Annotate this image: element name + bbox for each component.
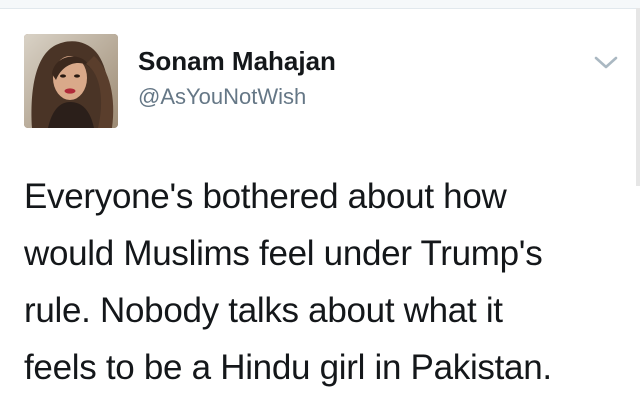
chevron-down-icon: [594, 56, 618, 69]
tweet-card: Sonam Mahajan @AsYouNotWish Everyone's b…: [0, 0, 640, 412]
scrollbar[interactable]: [636, 8, 640, 186]
top-divider: [0, 0, 640, 9]
tweet-text-line: feels to be a Hindu girl in Pakistan.: [24, 348, 552, 387]
profile-photo-icon: [24, 34, 118, 128]
tweet-text-line: Everyone's bothered about how: [24, 177, 507, 216]
author-handle[interactable]: @AsYouNotWish: [138, 84, 306, 110]
tweet-text-line: rule. Nobody talks about what it: [24, 291, 503, 330]
tweet-menu-button[interactable]: [592, 50, 620, 74]
author-name[interactable]: Sonam Mahajan: [138, 46, 336, 77]
tweet-text-line: would Muslims feel under Trump's: [24, 234, 543, 273]
avatar[interactable]: [24, 34, 118, 128]
tweet-text: Everyone's bothered about how would Musl…: [24, 168, 620, 396]
